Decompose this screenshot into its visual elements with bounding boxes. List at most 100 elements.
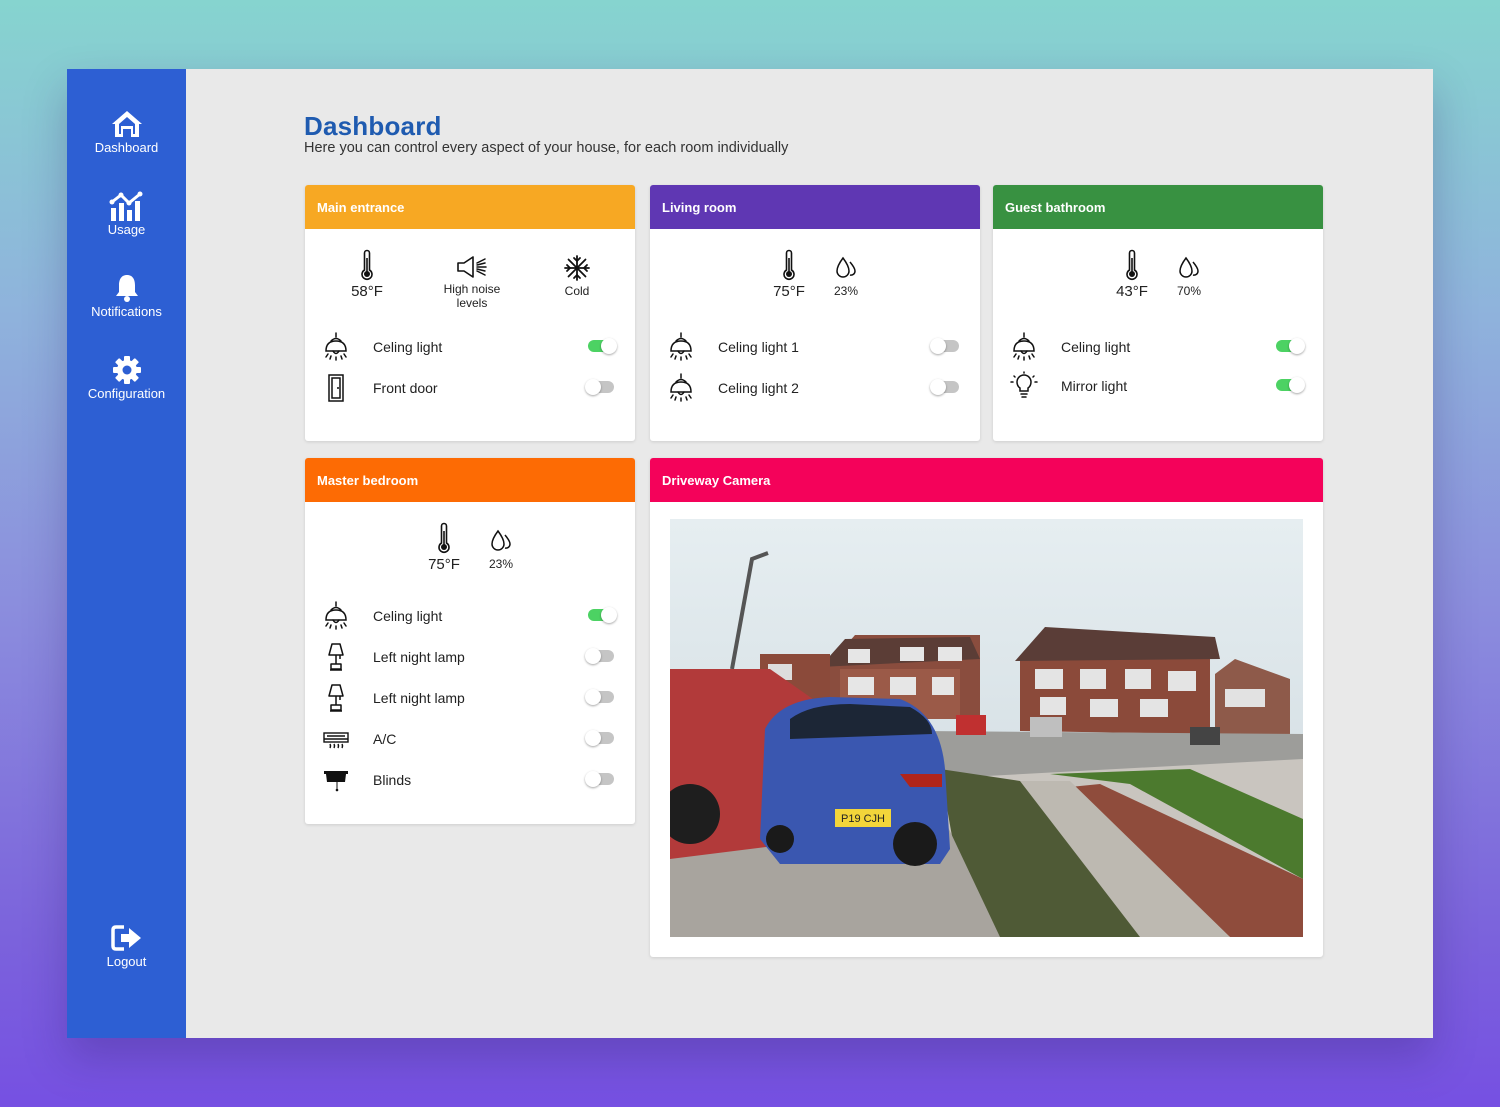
device-row: Celing light 1 (650, 332, 980, 362)
card-living-room: Living room 75°F 23% Celing light 1 Celi… (650, 185, 980, 441)
card-driveway-camera: Driveway Camera P19 CJH (650, 458, 1323, 957)
logout-button[interactable]: Logout (67, 923, 186, 969)
humidity-icon (1179, 256, 1199, 278)
toggle-knob (585, 730, 601, 746)
device-toggle[interactable] (585, 689, 614, 705)
toggle-knob (585, 771, 601, 787)
toggle-knob (1289, 338, 1305, 354)
device-toggle[interactable] (930, 338, 959, 354)
card-header: Main entrance (305, 185, 635, 229)
nav-configuration[interactable]: Configuration (67, 355, 186, 401)
device-name: Left night lamp (373, 690, 465, 706)
gear-icon (112, 356, 141, 384)
card-header: Master bedroom (305, 458, 635, 502)
device-row: Front door (305, 373, 635, 403)
page-subtitle: Here you can control every aspect of you… (304, 140, 789, 156)
device-row: Left night lamp (305, 683, 635, 713)
blinds-icon (324, 771, 348, 792)
logout-icon (110, 925, 141, 951)
temperature-sensor: 75°F (419, 522, 469, 573)
ceiling-light-icon (1013, 332, 1035, 361)
toggle-knob (930, 379, 946, 395)
humidity-sensor: 23% (825, 255, 867, 298)
device-row: Celing light (993, 332, 1323, 362)
device-toggle[interactable] (585, 730, 614, 746)
device-toggle[interactable] (585, 648, 614, 664)
bulb-icon (1010, 371, 1038, 398)
thermometer-icon (361, 249, 373, 281)
humidity-sensor: 70% (1168, 255, 1210, 298)
device-row: Blinds (305, 765, 635, 795)
card-guest-bathroom: Guest bathroom 43°F 70% Celing light Mir… (993, 185, 1323, 441)
cold-sensor: Cold (552, 255, 602, 298)
nav-label: Logout (106, 954, 147, 969)
temperature-sensor: 75°F (764, 249, 814, 300)
ceiling-light-icon (670, 373, 692, 402)
humidity-icon (491, 529, 511, 551)
humidity-value: 70% (1176, 284, 1202, 298)
ac-icon (323, 732, 349, 749)
device-name: Blinds (373, 772, 412, 788)
license-plate-text: P19 CJH (841, 813, 885, 825)
noise-label: High noise levels (443, 282, 501, 310)
card-header: Driveway Camera (650, 458, 1323, 502)
ceiling-light-icon (670, 332, 692, 361)
card-main-entrance: Main entrance 58°F High noise levels Col… (305, 185, 635, 441)
device-name: Left night lamp (373, 649, 465, 665)
device-toggle[interactable] (585, 771, 614, 787)
bell-icon (115, 275, 138, 302)
toggle-knob (930, 338, 946, 354)
humidity-value: 23% (488, 557, 514, 571)
chart-icon (109, 191, 142, 221)
temperature-sensor: 43°F (1107, 249, 1157, 300)
device-toggle[interactable] (1276, 377, 1305, 393)
device-row: A/C (305, 724, 635, 754)
device-name: Celing light 2 (718, 380, 799, 396)
humidity-sensor: 23% (480, 528, 522, 571)
ceiling-light-icon (325, 332, 347, 361)
toggle-knob (601, 607, 617, 623)
lamp-icon (328, 643, 344, 671)
device-row: Celing light (305, 332, 635, 362)
door-icon (328, 374, 344, 402)
device-row: Celing light (305, 601, 635, 631)
toggle-knob (1289, 377, 1305, 393)
nav-usage[interactable]: Usage (67, 191, 186, 237)
page-title: Dashboard (304, 111, 442, 141)
card-header: Living room (650, 185, 980, 229)
ceiling-light-icon (325, 601, 347, 630)
device-toggle[interactable] (585, 379, 614, 395)
humidity-icon (836, 256, 856, 278)
nav-label: Notifications (91, 304, 162, 319)
device-name: A/C (373, 731, 397, 747)
toggle-knob (585, 648, 601, 664)
noise-sensor: High noise levels (429, 255, 515, 310)
home-icon (111, 111, 142, 137)
device-row: Mirror light (993, 371, 1323, 401)
temperature-sensor: 58°F (342, 249, 392, 300)
device-toggle[interactable] (930, 379, 959, 395)
card-header: Guest bathroom (993, 185, 1323, 229)
toggle-knob (585, 379, 601, 395)
toggle-knob (585, 689, 601, 705)
app-window: Dashboard Usage Notifications Configurat… (67, 69, 1433, 1038)
device-toggle[interactable] (588, 607, 617, 623)
nav-dashboard[interactable]: Dashboard (67, 109, 186, 155)
toggle-knob (601, 338, 617, 354)
thermometer-icon (783, 249, 795, 281)
megaphone-icon (457, 256, 487, 278)
device-name: Celing light (373, 339, 443, 355)
device-toggle[interactable] (588, 338, 617, 354)
nav-label: Configuration (87, 386, 166, 401)
device-toggle[interactable] (1276, 338, 1305, 354)
card-master-bedroom: Master bedroom 75°F 23% Celing light Lef… (305, 458, 635, 824)
camera-feed[interactable]: P19 CJH (670, 519, 1303, 937)
lamp-icon (328, 684, 344, 712)
device-row: Left night lamp (305, 642, 635, 672)
temperature-value: 43°F (1116, 283, 1148, 300)
thermometer-icon (1126, 249, 1138, 281)
nav-notifications[interactable]: Notifications (67, 273, 186, 319)
device-row: Celing light 2 (650, 373, 980, 403)
cold-label: Cold (564, 284, 590, 298)
snowflake-icon (564, 255, 590, 281)
